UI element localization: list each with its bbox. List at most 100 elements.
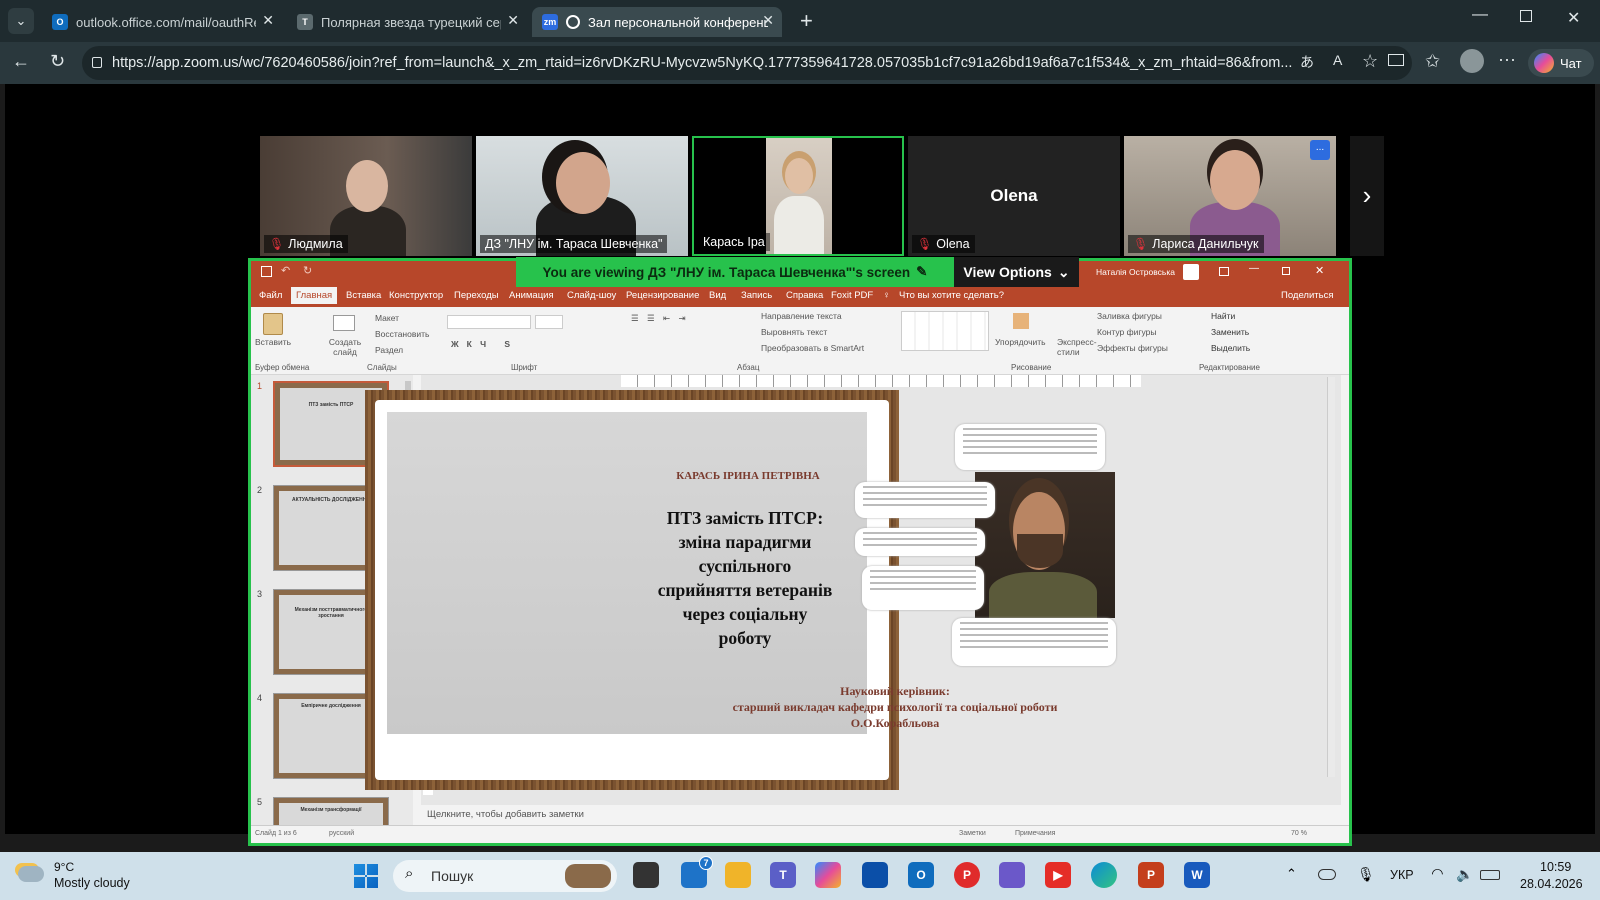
menu-design[interactable]: Конструктор — [389, 290, 443, 301]
share-button[interactable]: Поделиться — [1281, 290, 1333, 301]
vpn-app-icon[interactable] — [999, 862, 1025, 888]
close-tab-icon[interactable]: ✕ — [507, 12, 519, 29]
layout-button[interactable]: Макет — [375, 313, 399, 323]
menu-insert[interactable]: Вставка — [346, 290, 381, 301]
youtube-icon[interactable]: ▶ — [1045, 862, 1071, 888]
pinterest-icon[interactable]: P — [954, 862, 980, 888]
menu-foxit[interactable]: Foxit PDF — [831, 290, 873, 301]
menu-transitions[interactable]: Переходы — [454, 290, 499, 301]
menu-file[interactable]: Файл — [259, 290, 282, 301]
participant-tile[interactable]: ДЗ "ЛНУ ім. Тараса Шевченка" — [476, 136, 688, 256]
shape-effects-button[interactable]: Эффекты фигуры — [1097, 343, 1168, 353]
favorite-star-icon[interactable]: ☆ — [1362, 51, 1378, 72]
chevron-up-icon[interactable]: ⌃ — [1286, 866, 1297, 882]
font-style-buttons[interactable]: ЖКЧ S — [451, 339, 518, 349]
shapes-gallery[interactable] — [901, 311, 989, 351]
microsoft-store-icon[interactable] — [862, 862, 888, 888]
font-size-dropdown[interactable] — [535, 315, 563, 329]
word-icon[interactable]: W — [1184, 862, 1210, 888]
participant-tile[interactable]: 🎙 Людмила — [260, 136, 472, 256]
read-aloud-icon[interactable]: A — [1333, 52, 1342, 68]
notes-toggle[interactable]: Заметки — [959, 830, 986, 837]
weather-widget[interactable]: 9°C Mostly cloudy — [18, 860, 148, 894]
file-explorer-icon[interactable] — [725, 862, 751, 888]
copilot-app-icon[interactable] — [815, 862, 841, 888]
arrange-button[interactable]: Упорядочить — [995, 337, 1046, 347]
participant-tile[interactable]: Olena 🎙 Olena — [908, 136, 1120, 256]
comments-toggle[interactable]: Примечания — [1015, 830, 1055, 837]
participant-more-button[interactable]: ... — [1310, 140, 1330, 160]
section-button[interactable]: Раздел — [375, 345, 403, 355]
reset-button[interactable]: Восстановить — [375, 329, 429, 339]
powerpoint-icon[interactable]: P — [1138, 862, 1164, 888]
split-screen-icon[interactable] — [1388, 54, 1404, 66]
find-button[interactable]: Найти — [1211, 311, 1235, 321]
new-tab-icon[interactable]: + — [800, 8, 813, 34]
align-text-button[interactable]: Выровнять текст — [761, 327, 827, 337]
user-avatar-icon[interactable] — [1183, 264, 1199, 280]
menu-slideshow[interactable]: Слайд-шоу — [567, 290, 616, 301]
menu-view[interactable]: Вид — [709, 290, 726, 301]
menu-record[interactable]: Запись — [741, 290, 772, 301]
view-options-button[interactable]: View Options ⌄ — [954, 257, 1079, 287]
edge-icon[interactable] — [1091, 862, 1117, 888]
next-participants-button[interactable]: › — [1350, 136, 1384, 256]
text-direction-button[interactable]: Направление текста — [761, 311, 842, 321]
participant-tile[interactable]: ... 🎙 Лариса Данильчук — [1124, 136, 1336, 256]
translate-icon[interactable]: あ — [1300, 52, 1314, 72]
start-button[interactable] — [354, 864, 378, 888]
close-window-icon[interactable]: ✕ — [1567, 8, 1580, 28]
select-button[interactable]: Выделить — [1211, 343, 1250, 353]
language-indicator[interactable]: УКР — [1390, 868, 1414, 882]
tab-series[interactable]: T Полярная звезда турецкий сериа ✕ — [287, 7, 527, 37]
participant-tile-active[interactable]: Карась Іра — [692, 136, 904, 256]
profile-avatar-icon[interactable] — [1460, 49, 1484, 73]
close-tab-icon[interactable]: ✕ — [762, 12, 774, 29]
copilot-button[interactable]: Чат — [1528, 49, 1594, 77]
reload-icon[interactable]: ↻ — [50, 51, 65, 72]
outlook-icon[interactable]: O — [908, 862, 934, 888]
teams-icon[interactable]: T — [770, 862, 796, 888]
smartart-button[interactable]: Преобразовать в SmartArt — [761, 343, 864, 353]
redo-icon[interactable]: ↻ — [303, 264, 312, 277]
search-box[interactable]: ⌕ Пошук — [393, 860, 617, 892]
battery-icon[interactable] — [1480, 870, 1500, 880]
clock-time[interactable]: 10:59 — [1540, 860, 1571, 874]
paste-button[interactable]: Вставить — [255, 337, 291, 347]
more-menu-icon[interactable]: ··· — [1498, 49, 1516, 70]
close-tab-icon[interactable]: ✕ — [262, 12, 274, 29]
store-icon[interactable]: 7 — [681, 856, 713, 888]
menu-help[interactable]: Справка — [786, 290, 823, 301]
shape-outline-button[interactable]: Контур фигуры — [1097, 327, 1156, 337]
save-icon[interactable] — [261, 266, 272, 277]
favorites-icon[interactable]: ✩ — [1425, 51, 1440, 72]
wifi-icon[interactable]: ◜◝ — [1432, 865, 1443, 882]
tab-list-chevron-icon[interactable]: ⌄ — [8, 8, 34, 34]
microphone-icon[interactable]: 🎙 — [1357, 866, 1375, 883]
menu-home[interactable]: Главная — [291, 287, 338, 304]
task-view-icon[interactable] — [633, 862, 659, 888]
ribbon-display-icon[interactable] — [1219, 267, 1229, 276]
tab-zoom[interactable]: zm Зал персональной конференции ✕ — [532, 7, 782, 37]
volume-icon[interactable]: 🔈 — [1456, 866, 1473, 883]
onedrive-cloud-icon[interactable] — [1318, 869, 1336, 880]
zoom-level[interactable]: 70 % — [1291, 830, 1307, 837]
minimize-icon[interactable]: — — [1249, 263, 1259, 274]
new-slide-button[interactable]: Создать слайд — [327, 337, 363, 357]
notes-pane[interactable]: Щелкните, чтобы добавить заметки — [421, 805, 1341, 825]
restore-icon[interactable] — [1282, 267, 1290, 275]
minimize-icon[interactable]: — — [1472, 6, 1488, 24]
close-icon[interactable]: ✕ — [1315, 264, 1324, 277]
font-name-dropdown[interactable] — [447, 315, 531, 329]
back-arrow-icon[interactable]: ← — [12, 51, 30, 72]
restore-icon[interactable] — [1520, 10, 1532, 22]
shape-fill-button[interactable]: Заливка фигуры — [1097, 311, 1162, 321]
vertical-scrollbar[interactable] — [1327, 377, 1335, 777]
clock-date[interactable]: 28.04.2026 — [1520, 877, 1583, 891]
undo-icon[interactable]: ↶ — [281, 264, 290, 277]
tab-outlook[interactable]: O outlook.office.com/mail/oauthRed ✕ — [42, 7, 282, 37]
menu-review[interactable]: Рецензирование — [626, 290, 699, 301]
url-field[interactable]: https://app.zoom.us/wc/7620460586/join?r… — [82, 46, 1412, 80]
paragraph-buttons[interactable]: ☰ ☰ ⇤ ⇥ — [631, 313, 689, 324]
menu-animation[interactable]: Анимация — [509, 290, 554, 301]
